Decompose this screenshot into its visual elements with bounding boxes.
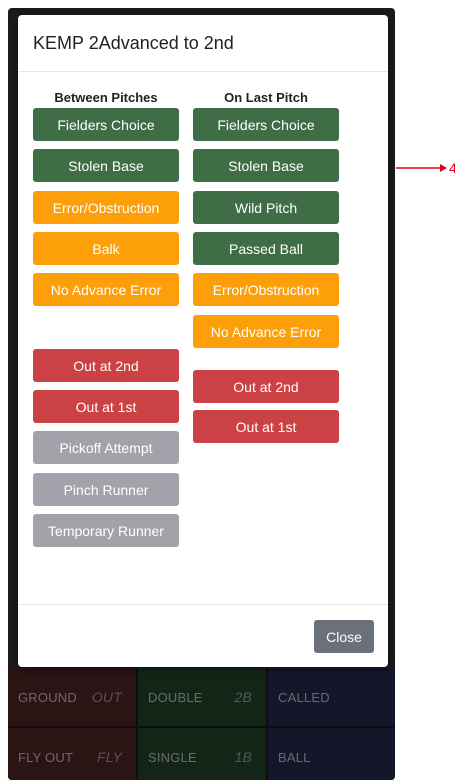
cell-label: SINGLE — [148, 749, 197, 765]
passed-ball-button[interactable]: Passed Ball — [193, 232, 339, 265]
cell-label: BALL — [278, 749, 311, 765]
modal-footer: Close — [18, 604, 388, 667]
cell-label: FLY OUT — [18, 749, 74, 765]
cell-label: GROUND — [18, 689, 77, 705]
between-out-at-2nd-button[interactable]: Out at 2nd — [33, 349, 179, 382]
between-fielders-choice-button[interactable]: Fielders Choice — [33, 108, 179, 141]
scoring-grid: GROUND OUT DOUBLE 2B CALLED FLY OUT FLY … — [8, 668, 395, 780]
single-glyph-icon: 1B — [234, 749, 252, 765]
between-no-advance-error-button[interactable]: No Advance Error — [33, 273, 179, 306]
wild-pitch-button[interactable]: Wild Pitch — [193, 191, 339, 224]
last-out-at-1st-button[interactable]: Out at 1st — [193, 410, 339, 443]
between-out-at-1st-button[interactable]: Out at 1st — [33, 390, 179, 423]
between-stolen-base-button[interactable]: Stolen Base — [33, 149, 179, 182]
temporary-runner-button[interactable]: Temporary Runner — [33, 514, 179, 547]
ball-cell[interactable]: BALL — [268, 728, 395, 780]
fly-out-cell[interactable]: FLY OUT FLY — [8, 728, 136, 780]
called-cell[interactable]: CALLED — [268, 668, 395, 726]
last-no-advance-error-button[interactable]: No Advance Error — [193, 315, 339, 348]
out-glyph-icon: OUT — [91, 689, 122, 705]
cell-label: CALLED — [278, 689, 330, 705]
cell-label: DOUBLE — [148, 689, 203, 705]
annotation-label: 4 — [449, 160, 455, 176]
last-stolen-base-button[interactable]: Stolen Base — [193, 149, 339, 182]
double-cell[interactable]: DOUBLE 2B — [138, 668, 266, 726]
close-button[interactable]: Close — [314, 620, 374, 653]
pinch-runner-button[interactable]: Pinch Runner — [33, 473, 179, 506]
modal-title: KEMP 2Advanced to 2nd — [33, 32, 234, 53]
single-cell[interactable]: SINGLE 1B — [138, 728, 266, 780]
last-fielders-choice-button[interactable]: Fielders Choice — [193, 108, 339, 141]
ground-out-cell[interactable]: GROUND OUT — [8, 668, 136, 726]
between-pitches-title: Between Pitches — [54, 90, 158, 105]
balk-button[interactable]: Balk — [33, 232, 179, 265]
pickoff-attempt-button[interactable]: Pickoff Attempt — [33, 431, 179, 464]
double-glyph-icon: 2B — [234, 689, 252, 705]
annotation-arrow-icon: 4 — [396, 160, 455, 176]
between-error-obstruction-button[interactable]: Error/Obstruction — [33, 191, 179, 224]
advance-runner-modal: KEMP 2Advanced to 2nd Between Pitches On… — [18, 15, 388, 667]
fly-glyph-icon: FLY — [97, 749, 122, 765]
last-out-at-2nd-button[interactable]: Out at 2nd — [193, 370, 339, 403]
modal-header: KEMP 2Advanced to 2nd — [18, 15, 388, 72]
last-error-obstruction-button[interactable]: Error/Obstruction — [193, 273, 339, 306]
on-last-pitch-title: On Last Pitch — [224, 90, 308, 105]
